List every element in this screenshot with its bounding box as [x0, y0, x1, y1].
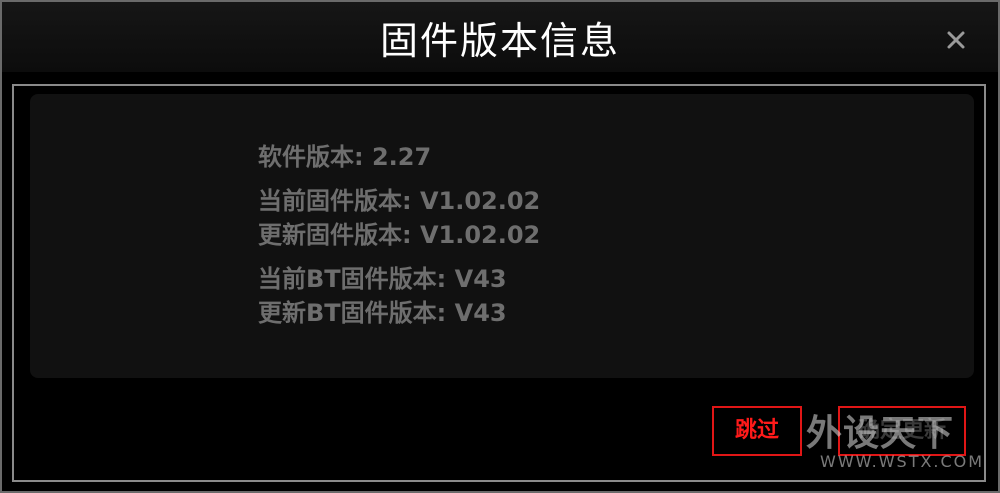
- firmware-dialog: 固件版本信息 软件版本: 2.27 当前固件版本: V1.02.02 更新固件版…: [0, 0, 1000, 493]
- skip-button[interactable]: 跳过: [712, 406, 802, 456]
- confirm-update-button[interactable]: 确定更新: [838, 406, 966, 456]
- current-bt-firmware-version: 当前BT固件版本: V43: [258, 265, 507, 293]
- version-info: 软件版本: 2.27 当前固件版本: V1.02.02 更新固件版本: V1.0…: [258, 140, 540, 330]
- dialog-title: 固件版本信息: [379, 19, 620, 63]
- current-firmware-version: 当前固件版本: V1.02.02: [258, 187, 541, 215]
- software-version: 软件版本: 2.27: [258, 143, 432, 171]
- update-bt-firmware-version: 更新BT固件版本: V43: [258, 299, 507, 327]
- update-firmware-version: 更新固件版本: V1.02.02: [258, 221, 541, 249]
- version-info-panel: 软件版本: 2.27 当前固件版本: V1.02.02 更新固件版本: V1.0…: [30, 94, 974, 378]
- content-frame: 软件版本: 2.27 当前固件版本: V1.02.02 更新固件版本: V1.0…: [12, 84, 986, 482]
- close-button[interactable]: [944, 28, 968, 52]
- close-icon: [947, 31, 965, 49]
- title-bar: 固件版本信息: [2, 2, 998, 72]
